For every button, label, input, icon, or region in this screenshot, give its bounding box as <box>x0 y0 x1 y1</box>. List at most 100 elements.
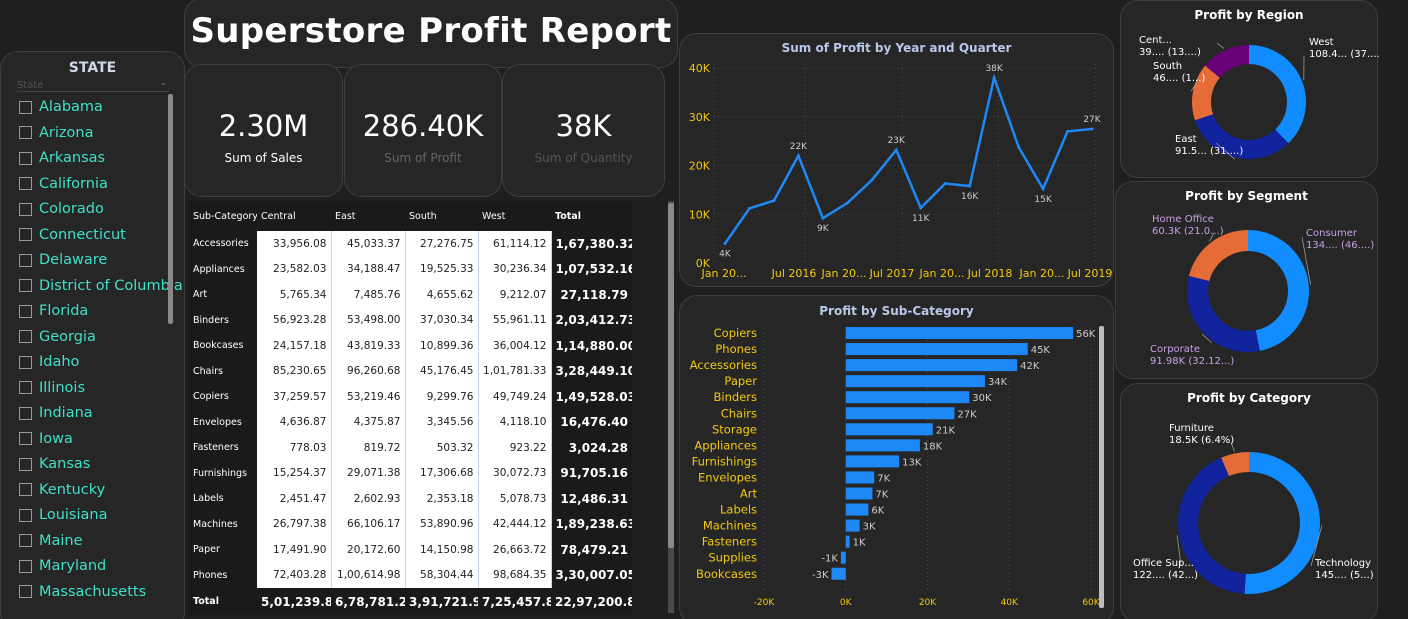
checkbox[interactable] <box>19 355 32 369</box>
kpi-value: 2.30M <box>218 109 309 143</box>
line-point[interactable] <box>845 201 849 205</box>
line-point[interactable] <box>870 178 874 182</box>
state-item[interactable]: District of Columbia <box>19 276 183 296</box>
state-item[interactable]: Idaho <box>19 352 79 372</box>
state-item[interactable]: Delaware <box>19 250 107 270</box>
donut-slice[interactable] <box>1244 452 1321 594</box>
line-point[interactable] <box>894 148 898 152</box>
line-point[interactable] <box>821 216 825 220</box>
state-item[interactable]: Louisiana <box>19 505 107 525</box>
line-point[interactable] <box>919 206 923 210</box>
matrix-row: Art 5,765.34 7,485.76 4,655.62 9,212.07 27,11… <box>189 282 632 308</box>
state-item[interactable]: Kansas <box>19 454 90 474</box>
chevron-down-icon[interactable]: ⌄ <box>159 78 167 88</box>
state-search-input[interactable]: State ⌄ <box>17 78 169 92</box>
matrix-row-total: 16,476.40 <box>551 409 632 435</box>
state-item[interactable]: Iowa <box>19 429 73 449</box>
bar[interactable] <box>845 519 860 532</box>
bar[interactable] <box>845 487 873 500</box>
line-point[interactable] <box>968 184 972 188</box>
state-item[interactable]: Massachusetts <box>19 582 146 602</box>
state-item[interactable]: Maine <box>19 531 83 551</box>
profit-matrix: Sub-Category Central East South West Total Ac… <box>189 201 632 617</box>
line-point[interactable] <box>992 76 996 80</box>
bar[interactable] <box>845 343 1028 356</box>
bar[interactable] <box>845 359 1018 372</box>
bar[interactable] <box>840 551 846 564</box>
state-item[interactable]: Indiana <box>19 403 93 423</box>
checkbox[interactable] <box>19 126 32 139</box>
checkbox[interactable] <box>19 151 32 165</box>
line-point[interactable] <box>1017 145 1021 149</box>
checkbox[interactable] <box>19 585 32 598</box>
line-point[interactable] <box>1090 127 1094 131</box>
bar[interactable] <box>845 439 920 452</box>
bar[interactable] <box>845 455 900 468</box>
checkbox[interactable] <box>19 559 32 573</box>
matrix-row-total: 3,30,007.05 <box>551 562 632 588</box>
donut-slice[interactable] <box>1188 230 1248 282</box>
line-point[interactable] <box>772 199 776 203</box>
checkbox[interactable] <box>19 202 32 216</box>
bar-chart-scrollbar[interactable] <box>1099 326 1104 608</box>
donut-slice[interactable] <box>1249 45 1306 144</box>
line-point[interactable] <box>1041 187 1045 191</box>
checkbox[interactable] <box>19 534 32 547</box>
state-item[interactable]: Kentucky <box>19 480 105 500</box>
line-point[interactable] <box>1066 129 1070 133</box>
donut-slice[interactable] <box>1187 275 1260 352</box>
slice-label: Cent... <box>1139 35 1172 46</box>
bar[interactable] <box>831 567 846 580</box>
data-label: 21K <box>936 425 956 436</box>
checkbox[interactable] <box>19 406 32 420</box>
bar[interactable] <box>845 535 850 548</box>
state-item[interactable]: Alabama <box>19 97 103 117</box>
matrix-header-cell[interactable]: West <box>478 201 551 231</box>
line-point[interactable] <box>747 206 751 210</box>
bar[interactable] <box>845 423 933 436</box>
checkbox[interactable] <box>19 228 32 241</box>
matrix-header-cell[interactable]: Total <box>551 201 632 231</box>
matrix-row: Fasteners 778.03 819.72 503.32 923.22 3,024.2… <box>189 435 632 461</box>
checkbox[interactable] <box>19 177 32 190</box>
state-item[interactable]: Arkansas <box>19 148 105 168</box>
line-point[interactable] <box>723 242 727 245</box>
bar[interactable] <box>845 375 985 388</box>
bar[interactable] <box>845 407 955 420</box>
bar[interactable] <box>845 391 970 404</box>
state-scrollbar[interactable] <box>168 94 173 324</box>
line-point[interactable] <box>796 154 800 158</box>
bar-chart-scroll-thumb[interactable] <box>1099 326 1104 608</box>
checkbox[interactable] <box>19 279 32 292</box>
state-item[interactable]: Colorado <box>19 199 104 219</box>
line-point[interactable] <box>943 182 947 186</box>
checkbox[interactable] <box>19 432 32 445</box>
state-item[interactable]: Georgia <box>19 327 96 347</box>
checkbox[interactable] <box>19 508 32 522</box>
checkbox[interactable] <box>19 381 32 394</box>
state-item[interactable]: Illinois <box>19 378 85 398</box>
matrix-cell: 53,498.00 <box>331 307 406 333</box>
matrix-header-cell[interactable]: Central <box>257 201 331 231</box>
checkbox[interactable] <box>19 330 32 343</box>
state-item[interactable]: Maryland <box>19 556 106 576</box>
state-item[interactable]: Connecticut <box>19 225 126 245</box>
bar[interactable] <box>845 327 1074 339</box>
profit-line[interactable] <box>723 73 1093 245</box>
checkbox[interactable] <box>19 304 32 318</box>
state-item[interactable]: Arizona <box>19 123 93 143</box>
matrix-header-cell[interactable]: South <box>405 201 478 231</box>
checkbox[interactable] <box>19 253 32 267</box>
state-item[interactable]: California <box>19 174 108 194</box>
checkbox[interactable] <box>19 457 32 471</box>
checkbox[interactable] <box>19 483 32 496</box>
matrix-scrollbar[interactable] <box>668 201 674 613</box>
bar[interactable] <box>845 471 875 484</box>
bar[interactable] <box>845 503 869 516</box>
matrix-header-cell[interactable]: Sub-Category <box>189 201 257 231</box>
state-item[interactable]: Florida <box>19 301 88 321</box>
checkbox[interactable] <box>19 100 32 114</box>
matrix-header-cell[interactable]: East <box>331 201 405 231</box>
matrix-scroll-thumb[interactable] <box>668 203 674 548</box>
donut-slice[interactable] <box>1248 230 1309 351</box>
